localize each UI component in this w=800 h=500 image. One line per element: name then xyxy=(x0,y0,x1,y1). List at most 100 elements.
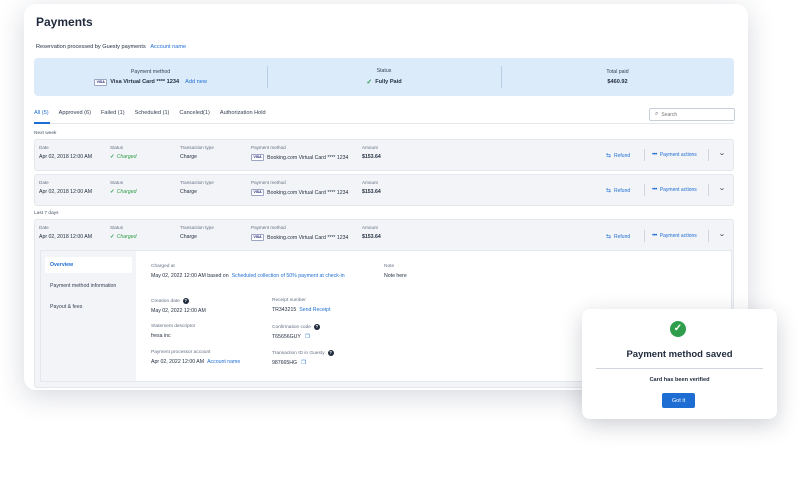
col-amount-header: Amount xyxy=(362,225,378,230)
payment-actions-button[interactable]: ••• Payment actions xyxy=(652,233,697,239)
row-date: Apr 02, 2018 12:00 AM xyxy=(39,234,93,240)
refund-icon: ⇆ xyxy=(606,153,612,159)
transaction-id-value: 987665HG xyxy=(272,360,298,366)
statement-descriptor-value: fresa inc xyxy=(151,333,171,339)
col-type-header: Transaction type xyxy=(180,145,214,150)
confirmation-code-value: T65656GUY xyxy=(272,334,301,340)
tab-canceled[interactable]: Canceled(1) xyxy=(179,110,209,116)
refund-label: Refund xyxy=(614,187,631,194)
action-divider xyxy=(708,149,709,161)
processed-by-line: Reservation processed by Guesty payments… xyxy=(36,44,186,50)
tab-authorization-hold[interactable]: Authorization Hold xyxy=(220,110,266,116)
search-input[interactable] xyxy=(661,111,722,118)
summary-status: Status ✓ Fully Paid xyxy=(267,58,501,96)
confirmation-code-field: Confirmation code? T65656GUY ❐ xyxy=(272,324,320,340)
copy-icon[interactable]: ❐ xyxy=(305,334,310,340)
detail-nav-overview[interactable]: Overview xyxy=(45,257,132,273)
note-field: Note Note here xyxy=(384,264,407,279)
creation-date-label: Creation date xyxy=(151,298,180,304)
action-divider xyxy=(708,230,709,242)
summary-total: Total paid $460.92 xyxy=(501,58,734,96)
refund-button[interactable]: ⇆ Refund xyxy=(606,187,631,195)
refund-icon: ⇆ xyxy=(606,234,612,240)
action-divider xyxy=(708,184,709,196)
scheduled-collection-link[interactable]: Scheduled collection of 50% payment at c… xyxy=(232,273,345,279)
detail-nav: Overview Payment method information Payo… xyxy=(41,251,136,381)
row-amount: $153.64 xyxy=(362,234,381,240)
info-icon[interactable]: ? xyxy=(313,324,320,330)
charged-at-label: Charged at xyxy=(151,264,175,269)
creation-date-value: May 02, 2022 12:00 AM xyxy=(151,308,206,314)
row-status: Charged xyxy=(116,154,137,160)
col-status-header: Status xyxy=(110,225,124,230)
processor-account-name-link[interactable]: Account name xyxy=(207,359,240,365)
col-method-header: Payment method xyxy=(251,225,286,230)
search-icon: ⌕ xyxy=(655,111,659,117)
payment-actions-label: Payment actions xyxy=(659,187,697,193)
got-it-button[interactable]: Got it xyxy=(662,393,695,408)
tab-failed[interactable]: Failed (1) xyxy=(101,110,125,116)
visa-card-icon: VISA xyxy=(94,78,108,86)
add-new-link[interactable]: Add new xyxy=(185,79,207,85)
charged-at-field: Charged at May 02, 2022 12:00 AM based o… xyxy=(151,264,345,279)
col-date-header: Date xyxy=(39,180,49,185)
payment-processor-value: Apr 02, 2022 12:00 AM xyxy=(151,359,205,365)
tab-scheduled[interactable]: Scheduled (1) xyxy=(135,110,170,116)
receipt-number-field: Receipt number TR343215 Send Receipt xyxy=(272,298,330,313)
chevron-down-icon[interactable]: ⌄ xyxy=(718,184,726,192)
summary-payment-method-label: Payment method xyxy=(130,68,171,75)
confirmation-code-label: Confirmation code xyxy=(272,324,311,330)
action-divider xyxy=(644,149,645,161)
row-date: Apr 02, 2018 12:00 AM xyxy=(39,154,93,160)
action-divider xyxy=(644,230,645,242)
statement-descriptor-label: Statement descriptor xyxy=(151,324,196,329)
row-method: Booking.com Virtual Card **** 1234 xyxy=(267,189,349,196)
detail-nav-payment-method-information[interactable]: Payment method information xyxy=(45,278,132,294)
creation-date-field: Creation date? May 02, 2022 12:00 AM xyxy=(151,298,206,314)
note-value: Note here xyxy=(384,273,407,279)
table-row[interactable]: Date Apr 02, 2018 12:00 AM Status ✓ Charged… xyxy=(34,139,734,171)
check-icon: ✓ xyxy=(110,234,115,240)
chevron-down-icon[interactable]: ⌄ xyxy=(718,149,726,157)
dialog-message: Card has been verified xyxy=(649,377,710,383)
info-icon[interactable]: ? xyxy=(182,298,189,304)
col-method-header: Payment method xyxy=(251,180,286,185)
refund-label: Refund xyxy=(614,152,631,159)
row-type: Charge xyxy=(180,234,198,240)
payment-actions-label: Payment actions xyxy=(659,233,697,239)
summary-payment-method-value: Visa Virtual Card **** 1234 xyxy=(110,79,180,85)
table-row[interactable]: Date Apr 02, 2018 12:00 AM Status ✓ Charged… xyxy=(34,174,734,206)
payment-actions-button[interactable]: ••• Payment actions xyxy=(652,152,697,158)
send-receipt-link[interactable]: Send Receipt xyxy=(299,307,330,313)
row-amount: $153.64 xyxy=(362,189,381,195)
chevron-down-icon[interactable]: ⌄ xyxy=(718,230,726,238)
summary-payment-method: Payment method VISA Visa Virtual Card **… xyxy=(34,58,267,96)
search-box[interactable]: ⌕ xyxy=(649,108,735,121)
refund-button[interactable]: ⇆ Refund xyxy=(606,152,631,160)
row-type: Charge xyxy=(180,189,198,195)
payment-saved-dialog: ✓ Payment method saved Card has been ver… xyxy=(582,309,777,419)
col-amount-header: Amount xyxy=(362,145,378,150)
visa-card-icon: VISA xyxy=(251,154,265,161)
success-check-icon: ✓ xyxy=(670,321,686,337)
payment-actions-button[interactable]: ••• Payment actions xyxy=(652,187,697,193)
group-label-last-7-days: Last 7 days xyxy=(34,211,59,216)
tab-approved[interactable]: Approved (6) xyxy=(59,110,91,116)
payment-processor-field: Payment processor account Apr 02, 2022 1… xyxy=(151,350,240,365)
copy-icon[interactable]: ❐ xyxy=(301,360,306,366)
col-amount-header: Amount xyxy=(362,180,378,185)
transaction-id-label: Transaction ID in Guesty xyxy=(272,350,325,356)
col-type-header: Transaction type xyxy=(180,225,214,230)
info-icon[interactable]: ? xyxy=(327,350,334,356)
row-type: Charge xyxy=(180,154,198,160)
detail-nav-payout-fees[interactable]: Payout & fees xyxy=(45,299,132,315)
group-label-next-week: Next week xyxy=(34,131,57,136)
summary-total-label: Total paid xyxy=(606,69,629,75)
refund-button[interactable]: ⇆ Refund xyxy=(606,233,630,241)
account-name-link[interactable]: Account name xyxy=(150,44,186,50)
receipt-number-label: Receipt number xyxy=(272,298,306,303)
processed-by-text: Reservation processed by Guesty payments xyxy=(36,44,146,50)
check-icon: ✓ xyxy=(366,79,373,86)
dots-icon: ••• xyxy=(652,152,657,158)
tab-all[interactable]: All (5) xyxy=(34,110,49,116)
